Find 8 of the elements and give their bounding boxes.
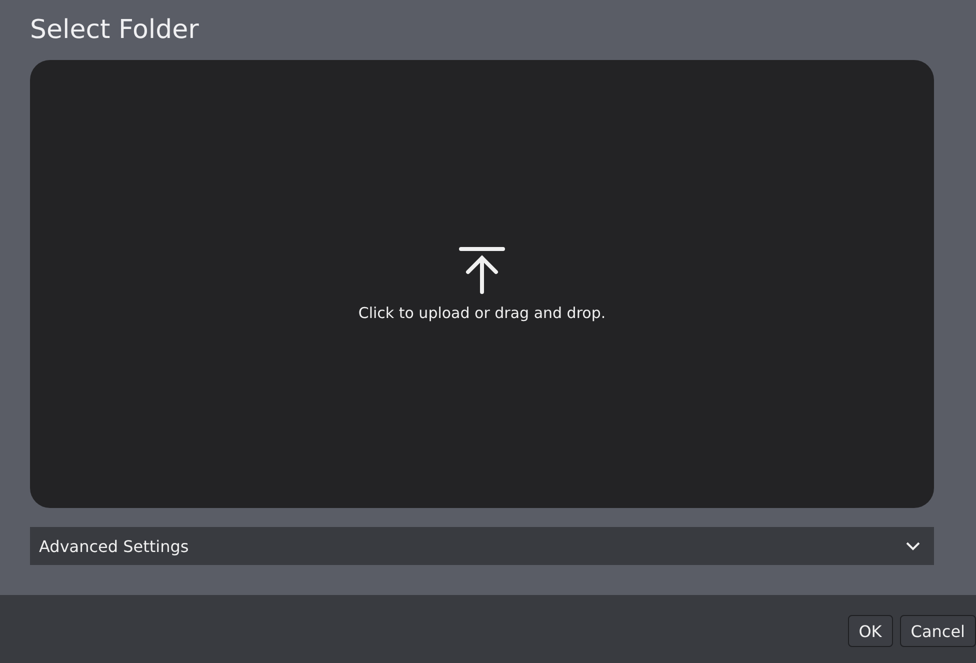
ok-button[interactable]: OK <box>848 615 893 647</box>
cancel-button[interactable]: Cancel <box>900 615 976 647</box>
upload-dropzone[interactable]: Click to upload or drag and drop. <box>30 60 934 508</box>
dialog-title: Select Folder <box>30 14 199 47</box>
chevron-icon <box>906 542 920 550</box>
upload-icon <box>458 246 506 296</box>
advanced-settings-toggle[interactable]: Advanced Settings <box>30 527 934 565</box>
upload-hint: Click to upload or drag and drop. <box>358 304 606 322</box>
